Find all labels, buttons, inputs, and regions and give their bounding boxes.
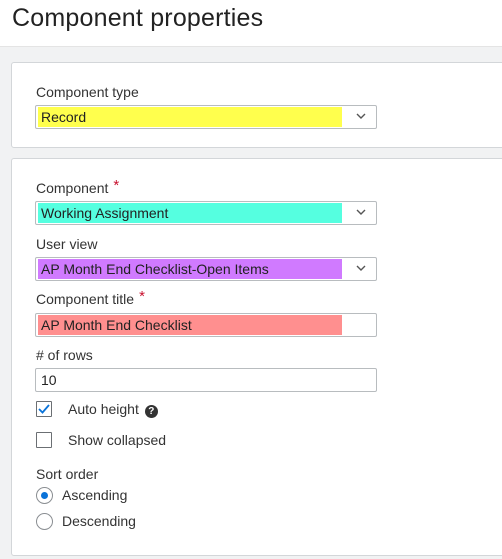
chevron-down-icon <box>356 113 366 119</box>
component-title-value: AP Month End Checklist <box>38 315 342 335</box>
help-icon[interactable]: ? <box>144 405 158 418</box>
rows-input[interactable]: 10 <box>35 368 377 392</box>
page-title: Component properties <box>12 4 264 32</box>
checkmark-icon <box>38 404 50 414</box>
radio-descending[interactable] <box>36 513 53 530</box>
component-value: Working Assignment <box>38 203 342 223</box>
sort-order-label: Sort order <box>36 466 99 482</box>
component-properties-panel: Component * Working Assignment User view … <box>11 158 502 556</box>
required-mark: * <box>139 288 145 305</box>
user-view-select[interactable]: AP Month End Checklist-Open Items <box>35 257 377 281</box>
component-type-panel: Component type Record <box>11 62 502 148</box>
descending-label: Descending <box>62 513 136 529</box>
component-label: Component * <box>36 177 120 196</box>
radio-ascending[interactable] <box>36 487 53 504</box>
chevron-down-icon <box>356 265 366 271</box>
radio-selected-dot <box>41 492 48 499</box>
rows-label: # of rows <box>36 347 93 363</box>
user-view-value: AP Month End Checklist-Open Items <box>38 259 342 279</box>
ascending-label: Ascending <box>62 487 128 503</box>
show-collapsed-label: Show collapsed <box>68 432 167 448</box>
user-view-label: User view <box>36 236 98 252</box>
component-select[interactable]: Working Assignment <box>35 201 377 225</box>
component-title-input[interactable]: AP Month End Checklist <box>35 313 377 337</box>
auto-height-checkbox[interactable] <box>36 401 52 417</box>
chevron-down-icon <box>356 209 366 215</box>
component-type-label: Component type <box>36 84 139 100</box>
component-type-value: Record <box>38 107 342 127</box>
rows-value: 10 <box>41 372 57 388</box>
show-collapsed-checkbox[interactable] <box>36 432 52 448</box>
component-type-select[interactable]: Record <box>35 105 377 129</box>
page-header: Component properties <box>0 0 502 47</box>
auto-height-label: Auto height? <box>68 401 158 418</box>
component-title-label: Component title * <box>36 288 145 307</box>
required-mark: * <box>113 177 120 194</box>
